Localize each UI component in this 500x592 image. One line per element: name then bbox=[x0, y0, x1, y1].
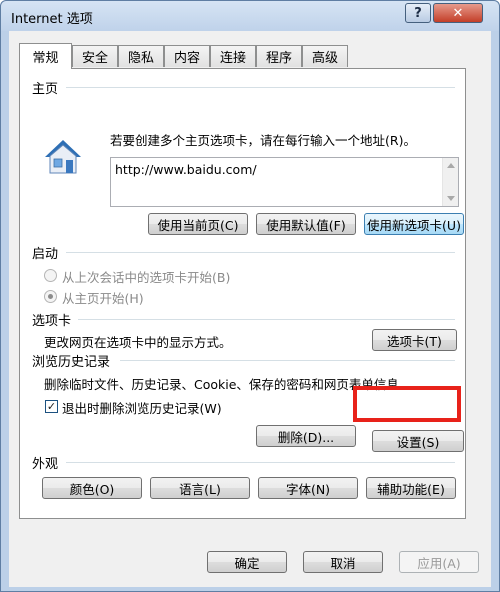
homepage-url-value: http://www.baidu.com/ bbox=[115, 162, 257, 177]
homepage-instructions: 若要创建多个主页选项卡，请在每行输入一个地址(R)。 bbox=[110, 133, 416, 148]
languages-button[interactable]: 语言(L) bbox=[150, 477, 250, 499]
use-default-button[interactable]: 使用默认值(F) bbox=[256, 213, 356, 235]
group-divider bbox=[66, 462, 455, 463]
group-divider bbox=[120, 360, 455, 361]
accessibility-button[interactable]: 辅助功能(E) bbox=[366, 477, 456, 499]
use-new-tab-button[interactable]: 使用新选项卡(U) bbox=[364, 213, 464, 235]
apply-button[interactable]: 应用(A) bbox=[399, 551, 479, 573]
tab-connections[interactable]: 连接 bbox=[210, 45, 256, 67]
tab-advanced[interactable]: 高级 bbox=[302, 45, 348, 67]
textarea-scrollbar[interactable] bbox=[442, 158, 458, 206]
radio-last-session[interactable] bbox=[44, 269, 57, 282]
group-divider bbox=[66, 252, 455, 253]
fonts-button[interactable]: 字体(N) bbox=[258, 477, 358, 499]
use-current-button[interactable]: 使用当前页(C) bbox=[148, 213, 248, 235]
scroll-down-icon[interactable] bbox=[447, 196, 455, 201]
tab-privacy[interactable]: 隐私 bbox=[118, 45, 164, 67]
group-divider bbox=[78, 319, 455, 320]
delete-on-exit-label: 退出时删除浏览历史记录(W) bbox=[62, 401, 222, 416]
highlight-box bbox=[353, 386, 461, 422]
house-icon bbox=[45, 140, 81, 174]
delete-history-button[interactable]: 删除(D)... bbox=[256, 425, 356, 447]
help-button[interactable]: ? bbox=[405, 3, 431, 23]
history-settings-button[interactable]: 设置(S) bbox=[372, 430, 464, 452]
dialog-window: Internet 选项 ? ✕ 常规 安全 隐私 内容 连接 程序 高级 主页 … bbox=[0, 0, 500, 592]
startup-group-label: 启动 bbox=[32, 247, 59, 262]
window-title: Internet 选项 bbox=[11, 12, 93, 27]
radio-last-session-label: 从上次会话中的选项卡开始(B) bbox=[62, 270, 231, 285]
tabs-settings-button[interactable]: 选项卡(T) bbox=[372, 329, 457, 351]
tab-security[interactable]: 安全 bbox=[72, 45, 118, 67]
colors-button[interactable]: 颜色(O) bbox=[42, 477, 142, 499]
tabs-group-label: 选项卡 bbox=[32, 314, 72, 329]
ok-button[interactable]: 确定 bbox=[207, 551, 287, 573]
history-group-label: 浏览历史记录 bbox=[32, 355, 111, 370]
delete-on-exit-checkbox[interactable]: ✓ bbox=[45, 400, 58, 413]
cancel-button[interactable]: 取消 bbox=[303, 551, 383, 573]
close-button[interactable]: ✕ bbox=[433, 3, 483, 23]
homepage-group-label: 主页 bbox=[32, 82, 59, 97]
scroll-up-icon[interactable] bbox=[447, 163, 455, 168]
tab-general[interactable]: 常规 bbox=[19, 43, 72, 69]
tab-programs[interactable]: 程序 bbox=[256, 45, 302, 67]
group-divider bbox=[66, 87, 455, 88]
radio-homepage-label: 从主页开始(H) bbox=[62, 291, 144, 306]
tab-content[interactable]: 内容 bbox=[164, 45, 210, 67]
title-bar[interactable]: Internet 选项 ? ✕ bbox=[1, 1, 499, 31]
appearance-group-label: 外观 bbox=[32, 457, 59, 472]
homepage-url-textarea[interactable]: http://www.baidu.com/ bbox=[110, 157, 459, 207]
general-tab-panel: 主页 若要创建多个主页选项卡，请在每行输入一个地址(R)。 http://www… bbox=[19, 68, 466, 519]
tabs-description: 更改网页在选项卡中的显示方式。 bbox=[44, 335, 232, 350]
dialog-client: 常规 安全 隐私 内容 连接 程序 高级 主页 若要创建多个主页选项卡，请在每行… bbox=[9, 31, 491, 587]
radio-homepage[interactable] bbox=[44, 290, 57, 303]
